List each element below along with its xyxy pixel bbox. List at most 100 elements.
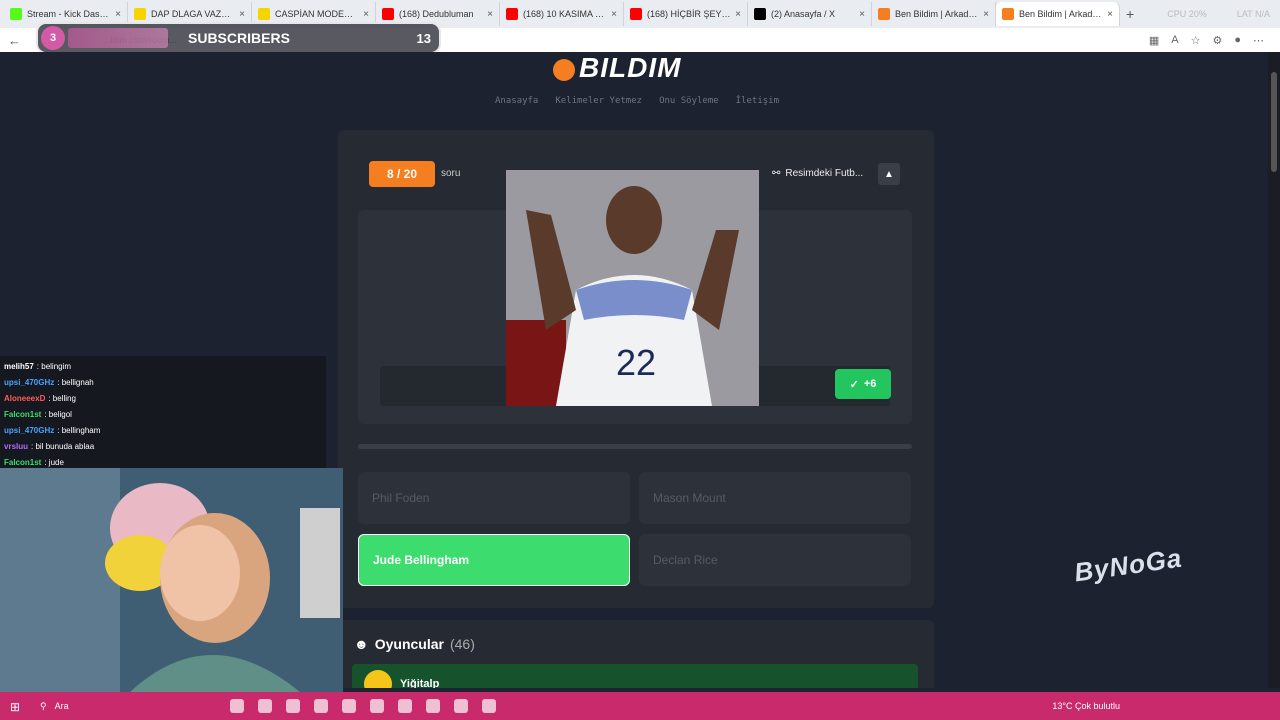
chat-text: : bil bunuda ablaa — [31, 441, 95, 451]
close-icon[interactable]: × — [363, 9, 369, 20]
browser-tab[interactable]: (168) HİÇBİR ŞEYİN OLM × — [624, 2, 748, 26]
close-icon[interactable]: × — [735, 9, 741, 20]
subscriber-goal-count: 13 — [416, 30, 431, 46]
steam-icon[interactable] — [454, 699, 468, 713]
chat-text: : belingim — [36, 361, 72, 371]
close-icon[interactable]: × — [115, 9, 121, 20]
reader-icon[interactable]: ▦ — [1149, 34, 1159, 47]
chat-username: Falcon1st — [4, 457, 42, 467]
timer-bar — [358, 444, 912, 449]
player-name: Yiğitalp — [400, 678, 440, 688]
close-icon[interactable]: × — [611, 9, 617, 20]
chat-text: : jude — [44, 457, 64, 467]
answer-option[interactable]: Phil Foden — [358, 472, 630, 524]
answer-option[interactable]: Declan Rice — [639, 534, 911, 586]
browser-tab[interactable]: Ben Bildim | Arkadaşları× — [996, 2, 1120, 26]
taskbar-apps — [230, 699, 496, 713]
chat-text: : bellingham — [57, 425, 101, 435]
close-icon[interactable]: × — [983, 9, 989, 20]
profile-icon[interactable]: ● — [1234, 34, 1241, 47]
chat-message: vrsluu: bil bunuda ablaa — [4, 438, 322, 454]
site-logo[interactable]: BILDIM — [553, 52, 681, 84]
chat-message: upsi_470GHz: bellignah — [4, 374, 322, 390]
page-scrollbar[interactable] — [1268, 52, 1280, 688]
score-badge: ✓ +6 — [835, 369, 891, 399]
nav-link[interactable]: Kelimeler Yetmez — [555, 96, 642, 106]
answer-option[interactable]: Mason Mount — [639, 472, 911, 524]
chrome-icon[interactable] — [286, 699, 300, 713]
tab-favicon-icon — [1002, 8, 1014, 20]
avatar — [364, 670, 392, 688]
tab-title: (168) 10 KASIMA ÖZEL — [523, 9, 608, 19]
close-icon[interactable]: × — [487, 9, 493, 20]
scrollbar-thumb[interactable] — [1271, 72, 1277, 172]
shirt-number: 22 — [616, 342, 656, 383]
category-label: ⚯ Resimdeki Futb... — [772, 168, 864, 179]
font-icon[interactable]: A — [1171, 34, 1178, 47]
tab-title: CASPİAN MODERN ÜMİ — [275, 9, 359, 19]
close-icon[interactable]: × — [1107, 9, 1113, 20]
tab-favicon-icon — [754, 8, 766, 20]
check-icon: ✓ — [849, 378, 859, 391]
tab-favicon-icon — [506, 8, 518, 20]
chat-message: upsi_470GHz: bellingham — [4, 422, 322, 438]
nav-link[interactable]: Onu Söyleme — [659, 96, 719, 106]
weather-widget[interactable]: 13°C Çok bulutlu — [1052, 701, 1120, 711]
tab-title: Ben Bildim | Arkadaşları — [1019, 9, 1104, 19]
tab-title: DAP DLAGA VAZO KULE — [151, 9, 235, 19]
edge-icon[interactable] — [370, 699, 384, 713]
warning-icon: ▲ — [884, 168, 894, 180]
task-view-icon[interactable] — [230, 699, 244, 713]
bynoga-watermark: ByNoGa — [1072, 542, 1185, 588]
close-icon[interactable]: × — [239, 9, 245, 20]
new-tab-button[interactable]: + — [1126, 6, 1134, 22]
subscriber-goal-number: 3 — [41, 26, 65, 50]
chat-text: : belling — [48, 393, 76, 403]
settings-icon[interactable] — [398, 699, 412, 713]
chat-message: Falcon1st: beligol — [4, 406, 322, 422]
tab-favicon-icon — [382, 8, 394, 20]
chat-message: AloneeexD: belling — [4, 390, 322, 406]
lat-readout: LAT N/A — [1236, 9, 1270, 19]
menu-icon[interactable]: ⋯ — [1253, 34, 1264, 47]
browser-toolbar-icons: ▦ A ☆ ⚙ ● ⋯ — [1149, 34, 1264, 47]
chat-username: melih57 — [4, 361, 34, 371]
chat-username: Falcon1st — [4, 409, 42, 419]
windows-start-icon[interactable]: ⊞ — [10, 700, 20, 714]
browser-tab[interactable]: Ben Bildim | Arkadaşları× — [872, 2, 996, 26]
nav-link[interactable]: İletişim — [736, 96, 779, 106]
question-progress-badge: 8 / 20 — [369, 161, 435, 187]
cpu-readout: CPU 20% — [1167, 9, 1207, 19]
tab-favicon-icon — [878, 8, 890, 20]
browser-tab[interactable]: (168) 10 KASIMA ÖZEL× — [500, 2, 624, 26]
star-icon[interactable]: ☆ — [1191, 34, 1201, 47]
player-row: Yiğitalp — [352, 664, 918, 688]
tab-title: (2) Anasayfa / X — [771, 9, 836, 19]
question-label: soru — [441, 168, 461, 179]
stream-chat-overlay: melih57: belingim upsi_470GHz: bellignah A… — [0, 356, 326, 468]
obs-icon[interactable] — [482, 699, 496, 713]
copilot-icon[interactable] — [258, 699, 272, 713]
streamer-webcam — [0, 468, 343, 692]
taskbar-search[interactable]: ⚲ Ara — [40, 701, 200, 712]
subscriber-goal-overlay: 3 SUBSCRIBERS 13 — [36, 22, 441, 54]
chat-username: upsi_470GHz — [4, 377, 55, 387]
report-button[interactable]: ▲ — [878, 163, 900, 185]
chat-username: AloneeexD — [4, 393, 46, 403]
store-icon[interactable] — [342, 699, 356, 713]
tag-icon: ⚯ — [772, 168, 781, 179]
players-title: ☻ Oyuncular (46) — [354, 636, 475, 652]
chat-text: : beligol — [44, 409, 72, 419]
close-icon[interactable]: × — [859, 9, 865, 20]
explorer-icon[interactable] — [314, 699, 328, 713]
extensions-icon[interactable]: ⚙ — [1212, 34, 1222, 47]
chat-message: melih57: belingim — [4, 358, 322, 374]
answer-option[interactable]: Jude Bellingham — [358, 534, 630, 586]
discord-icon[interactable] — [426, 699, 440, 713]
back-icon[interactable]: ← — [8, 33, 21, 48]
logo-icon — [553, 58, 575, 81]
question-photo: 22 — [506, 170, 759, 406]
browser-tab[interactable]: (2) Anasayfa / X × — [748, 2, 872, 26]
nav-link[interactable]: Anasayfa — [495, 96, 538, 106]
tab-title: (168) HİÇBİR ŞEYİN OLM — [647, 9, 731, 19]
